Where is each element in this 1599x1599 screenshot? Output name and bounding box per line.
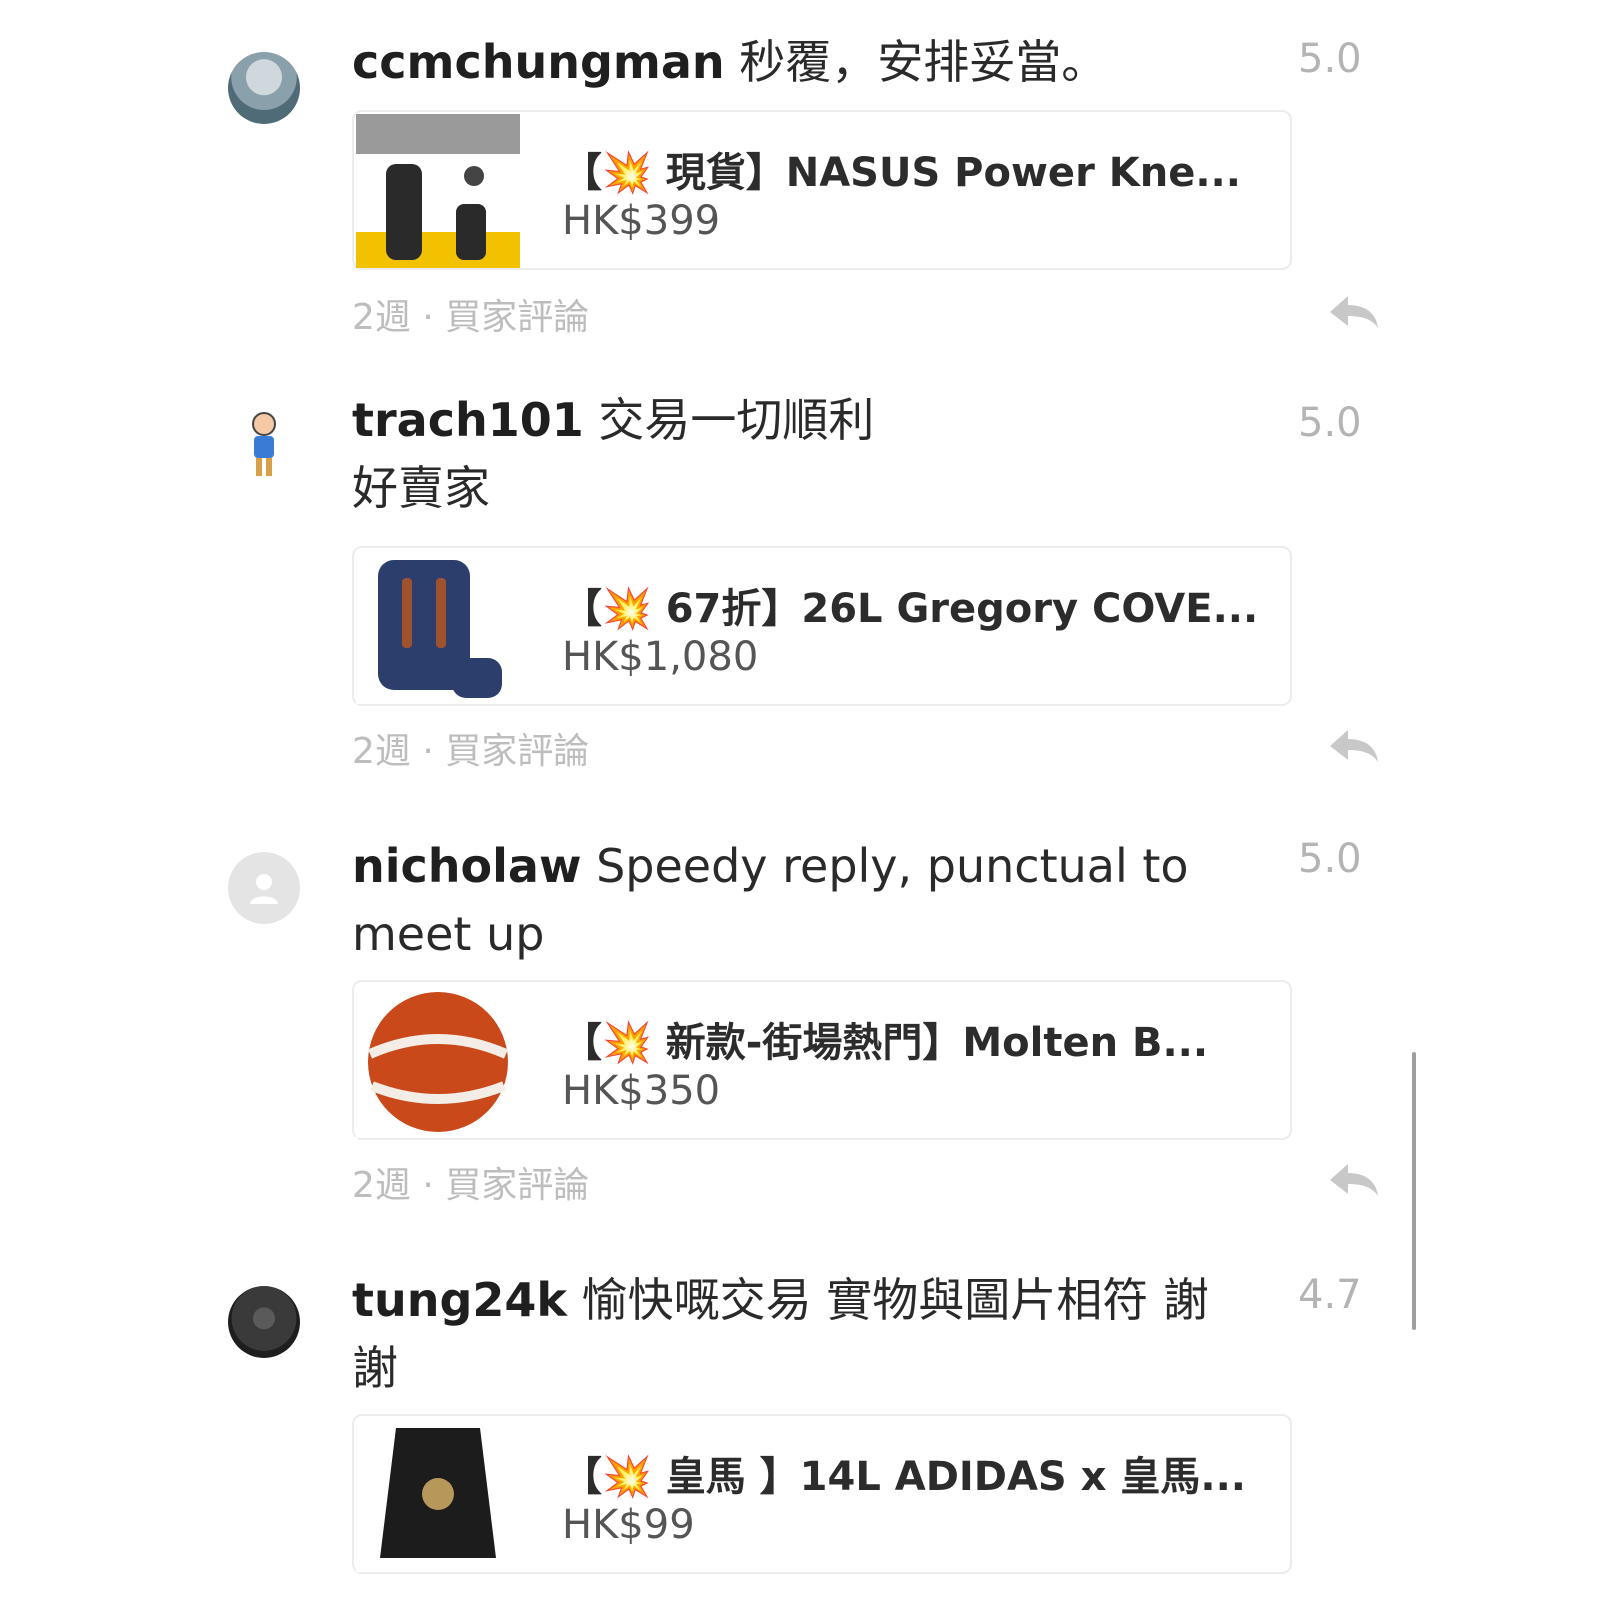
review-comment-line2: 好賣家 — [352, 461, 490, 515]
rating-score: 5.0 — [1298, 836, 1362, 882]
product-title: 【💥 新款-街場熱門】Molten B... — [562, 1020, 1209, 1066]
product-price: HK$1,080 — [562, 634, 759, 680]
user-avatar[interactable] — [228, 52, 300, 124]
rating-score: 5.0 — [1298, 36, 1362, 82]
review-comment: Speedy reply, punctual to — [596, 839, 1189, 893]
product-title: 【💥 現貨】NASUS Power Kne... — [562, 150, 1241, 196]
review-comment-line2: meet up — [352, 907, 545, 961]
review-comment: 愉快嘅交易 實物與圖片相符 謝 — [581, 1273, 1209, 1327]
product-card[interactable]: 【💥 67折】26L Gregory COVE... HK$1,080 — [352, 546, 1292, 706]
review-meta: 2週 · 買家評論 — [352, 297, 590, 338]
product-price: HK$99 — [562, 1502, 695, 1548]
user-avatar[interactable] — [228, 410, 300, 482]
review-meta: 2週 · 買家評論 — [352, 1165, 590, 1206]
review-text: nicholaw Speedy reply, punctual to meet … — [352, 832, 1252, 968]
username[interactable]: ccmchungman — [352, 35, 725, 89]
product-card[interactable]: 【💥 現貨】NASUS Power Kne... HK$399 — [352, 110, 1292, 270]
user-avatar[interactable] — [228, 1286, 300, 1358]
review-comment: 交易一切順利 — [598, 393, 875, 447]
default-user-icon[interactable] — [228, 852, 300, 924]
product-card[interactable]: 【💥 皇馬 】14L ADIDAS x 皇馬... HK$99 — [352, 1414, 1292, 1574]
product-thumbnail — [356, 1418, 520, 1572]
product-title: 【💥 皇馬 】14L ADIDAS x 皇馬... — [562, 1454, 1246, 1500]
review-meta: 2週 · 買家評論 — [352, 731, 590, 772]
rating-score: 5.0 — [1298, 400, 1362, 446]
reply-icon[interactable] — [1326, 292, 1382, 332]
review-text: ccmchungman 秒覆，安排妥當。 — [352, 28, 1252, 96]
product-thumbnail — [356, 984, 520, 1138]
username[interactable]: tung24k — [352, 1273, 567, 1327]
product-thumbnail — [356, 114, 520, 268]
product-thumbnail — [356, 550, 520, 704]
product-price: HK$350 — [562, 1068, 721, 1114]
scrollbar[interactable] — [1412, 1052, 1416, 1330]
username[interactable]: nicholaw — [352, 839, 581, 893]
product-card[interactable]: 【💥 新款-街場熱門】Molten B... HK$350 — [352, 980, 1292, 1140]
product-title: 【💥 67折】26L Gregory COVE... — [562, 586, 1259, 632]
review-text: tung24k 愉快嘅交易 實物與圖片相符 謝 謝 — [352, 1266, 1252, 1402]
rating-score: 4.7 — [1298, 1272, 1362, 1318]
review-comment-line2: 謝 — [352, 1341, 398, 1395]
review-comment: 秒覆，安排妥當。 — [739, 35, 1108, 89]
product-price: HK$399 — [562, 198, 721, 244]
reply-icon[interactable] — [1326, 726, 1382, 766]
username[interactable]: trach101 — [352, 393, 584, 447]
review-text: trach101 交易一切順利 好賣家 — [352, 386, 1252, 522]
reply-icon[interactable] — [1326, 1160, 1382, 1200]
